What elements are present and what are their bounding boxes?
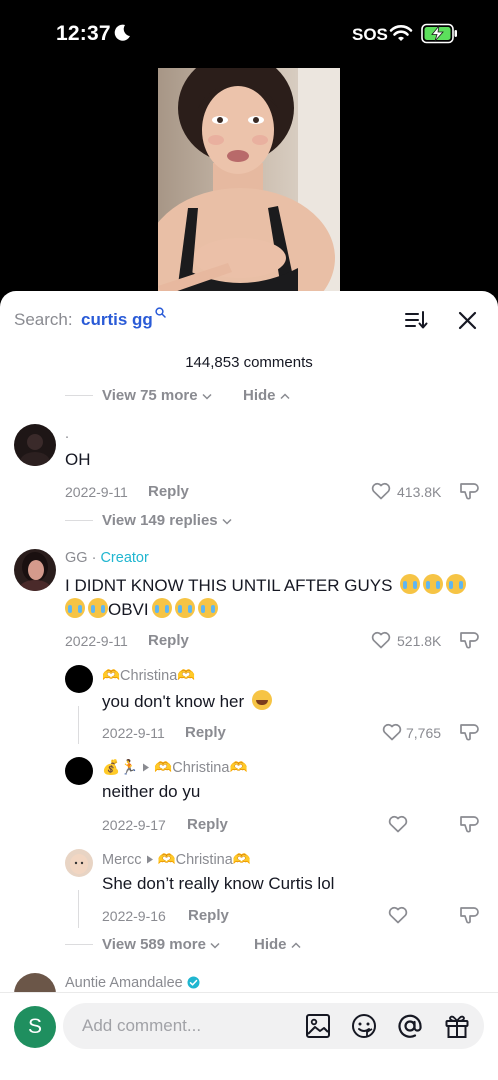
reply-button[interactable]: Reply bbox=[148, 632, 189, 649]
like-count: 521.8K bbox=[397, 633, 442, 649]
laughing-emoji bbox=[251, 690, 272, 710]
crying-emoji bbox=[151, 598, 172, 618]
avatar[interactable] bbox=[65, 849, 93, 877]
thread-connector bbox=[78, 890, 79, 928]
chevron-down-icon bbox=[210, 942, 220, 949]
reply-username-line: 💰🏃 🫶Christina🫶 bbox=[102, 759, 248, 776]
dislike-icon[interactable] bbox=[459, 481, 480, 501]
hide-button[interactable]: Hide bbox=[254, 936, 301, 953]
reply-text: neither do yu bbox=[102, 782, 201, 801]
avatar[interactable] bbox=[65, 665, 93, 693]
like-count: 7,765 bbox=[406, 725, 442, 741]
reply-date: 2022-9-16 bbox=[102, 908, 166, 924]
mention-icon[interactable] bbox=[397, 1013, 423, 1039]
chevron-up-icon bbox=[291, 942, 301, 949]
chevron-down-icon bbox=[222, 518, 232, 525]
sticker-icon[interactable] bbox=[351, 1013, 377, 1039]
like-icon[interactable] bbox=[388, 906, 408, 924]
comment-count: 144,853 comments bbox=[185, 354, 313, 371]
sort-icon[interactable] bbox=[404, 309, 428, 331]
comment-username-line: GG · Creator bbox=[65, 550, 149, 566]
reply-arrow-icon bbox=[143, 763, 150, 772]
crying-emoji bbox=[65, 598, 85, 618]
reply-button[interactable]: Reply bbox=[185, 724, 226, 741]
avatar[interactable] bbox=[14, 549, 56, 591]
like-icon[interactable] bbox=[371, 631, 391, 649]
chevron-down-icon bbox=[202, 393, 212, 400]
video-thumbnail[interactable] bbox=[158, 68, 340, 300]
thread-line bbox=[65, 520, 93, 521]
chevron-up-icon bbox=[280, 393, 290, 400]
separator: · bbox=[87, 550, 101, 566]
like-icon[interactable] bbox=[371, 482, 391, 500]
status-bar: 12:37 SOS bbox=[0, 0, 498, 68]
verified-icon bbox=[187, 976, 200, 989]
hide-button[interactable]: Hide bbox=[243, 387, 290, 404]
comment-text: OH bbox=[65, 450, 91, 469]
like-icon[interactable] bbox=[388, 815, 408, 833]
search-term-link[interactable]: curtis gg bbox=[81, 310, 153, 330]
crying-emoji bbox=[88, 598, 108, 618]
battery-charging-icon bbox=[421, 23, 457, 44]
comment-username[interactable]: . bbox=[65, 426, 69, 442]
dislike-icon[interactable] bbox=[459, 905, 480, 925]
reply-text: She don’t really know Curtis lol bbox=[102, 874, 335, 893]
avatar[interactable] bbox=[65, 757, 93, 785]
dislike-icon[interactable] bbox=[459, 722, 480, 742]
reply-username[interactable]: Mercc bbox=[102, 852, 141, 868]
comments-header: Search: curtis gg bbox=[0, 291, 498, 349]
video-image bbox=[158, 68, 340, 300]
user-avatar[interactable]: S bbox=[14, 1006, 56, 1048]
status-time: 12:37 bbox=[56, 22, 111, 45]
comment-username[interactable]: GG bbox=[65, 550, 88, 566]
comment-text: I DIDNT KNOW THIS UNTIL AFTER GUYS bbox=[65, 574, 467, 596]
comment-input-bar: S bbox=[0, 992, 498, 1080]
thread-line bbox=[65, 944, 93, 945]
comment-username[interactable]: Auntie Amandalee bbox=[65, 975, 183, 991]
moon-icon bbox=[114, 24, 130, 41]
crying-emoji bbox=[446, 574, 467, 594]
comments-sheet: Search: curtis gg 144,853 comments View … bbox=[0, 291, 498, 1080]
search-icon[interactable] bbox=[155, 307, 166, 318]
reply-to-username[interactable]: 🫶Christina🫶 bbox=[154, 760, 247, 776]
comment-username-line: Auntie Amandalee bbox=[65, 975, 200, 991]
crying-emoji bbox=[400, 574, 421, 594]
image-icon[interactable] bbox=[305, 1013, 331, 1039]
wifi-icon bbox=[389, 25, 413, 41]
comment-text-line2: OBVI bbox=[65, 598, 218, 620]
status-sos: SOS bbox=[352, 25, 388, 44]
view-more-button[interactable]: View 75 more bbox=[102, 387, 212, 404]
crying-emoji bbox=[174, 598, 195, 618]
like-icon[interactable] bbox=[382, 723, 402, 741]
thread-connector bbox=[78, 706, 79, 744]
reply-to-username[interactable]: 🫶Christina🫶 bbox=[158, 852, 251, 868]
reply-button[interactable]: Reply bbox=[148, 483, 189, 500]
gift-icon[interactable] bbox=[444, 1013, 470, 1039]
reply-date: 2022-9-17 bbox=[102, 817, 166, 833]
dislike-icon[interactable] bbox=[459, 630, 480, 650]
reply-arrow-icon bbox=[146, 855, 153, 864]
reply-button[interactable]: Reply bbox=[187, 816, 228, 833]
reply-button[interactable]: Reply bbox=[188, 907, 229, 924]
comment-date: 2022-9-11 bbox=[65, 633, 128, 649]
view-replies-button[interactable]: View 149 replies bbox=[102, 512, 232, 529]
comment-date: 2022-9-11 bbox=[65, 484, 128, 500]
reply-text: you don't know her bbox=[102, 690, 272, 712]
reply-username-line: Mercc 🫶Christina🫶 bbox=[102, 851, 251, 868]
like-count: 413.8K bbox=[397, 484, 442, 500]
reply-date: 2022-9-11 bbox=[102, 725, 165, 741]
close-icon[interactable] bbox=[458, 311, 477, 330]
dislike-icon[interactable] bbox=[459, 814, 480, 834]
thread-line bbox=[65, 395, 93, 396]
reply-username[interactable]: 💰🏃 bbox=[102, 760, 138, 776]
reply-username[interactable]: 🫶Christina🫶 bbox=[102, 667, 195, 684]
view-more-button[interactable]: View 589 more bbox=[102, 936, 220, 953]
crying-emoji bbox=[197, 598, 218, 618]
avatar[interactable] bbox=[14, 424, 56, 466]
search-label: Search: bbox=[14, 310, 73, 329]
crying-emoji bbox=[423, 574, 444, 594]
creator-badge: Creator bbox=[100, 550, 149, 566]
